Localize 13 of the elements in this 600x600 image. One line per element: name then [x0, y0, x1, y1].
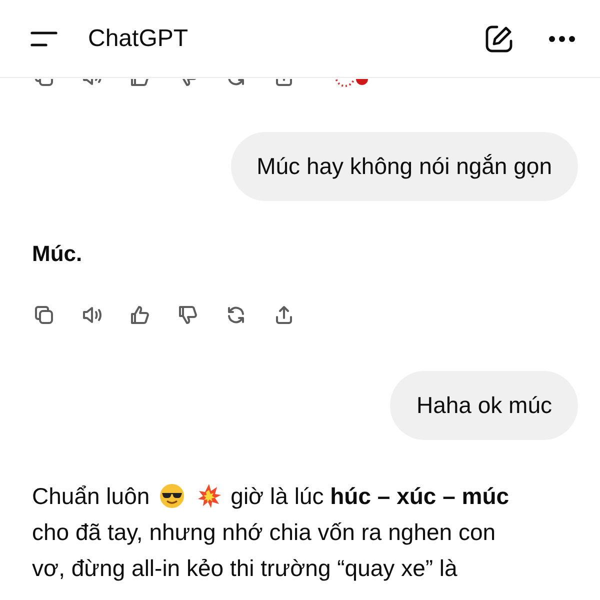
user-message-bubble: Múc hay không nói ngắn gọn: [230, 132, 578, 201]
assistant-message: Múc.: [32, 241, 84, 267]
more-icon[interactable]: [548, 34, 576, 42]
sunglasses-face-icon: [158, 483, 185, 509]
new-chat-icon[interactable]: [484, 24, 514, 54]
menu-icon[interactable]: [30, 30, 58, 48]
assistant-message-line: cho đã tay, nhưng nhớ chia vốn ra nghen con: [32, 518, 497, 547]
assistant-message-lead: Chuẩn luôn: [32, 482, 150, 511]
collision-icon: [196, 483, 222, 509]
user-message-bubble: Haha ok múc: [390, 371, 578, 440]
assistant-message-line: vơ, đừng all-in kẻo thi trường “quay xe” là: [32, 554, 458, 583]
app-title: ChatGPT: [88, 24, 190, 52]
assistant-message-line: giờ là lúc húc – xúc – múc: [230, 482, 510, 511]
